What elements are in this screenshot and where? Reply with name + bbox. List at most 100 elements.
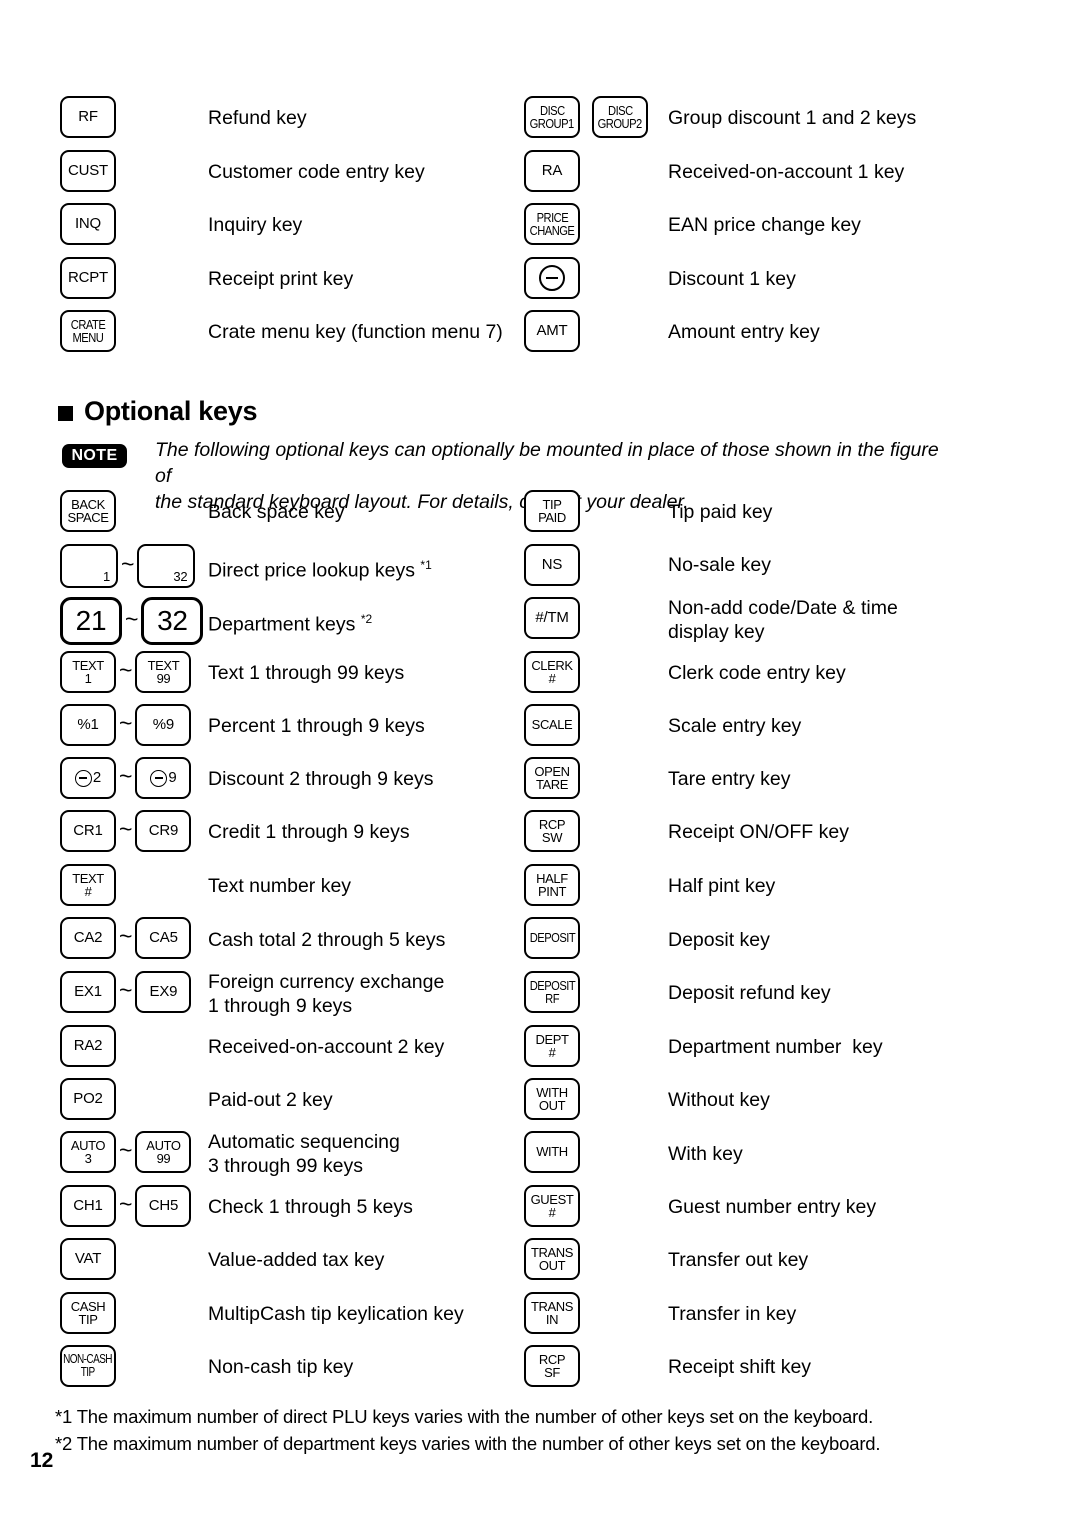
key-cap-line: 9: [168, 769, 177, 787]
key-description: Back space key: [208, 501, 345, 523]
key-cap: EX9: [135, 971, 192, 1013]
key-cap: [524, 257, 580, 299]
key-cap-line: RCP: [538, 816, 566, 832]
key-row: [524, 257, 580, 299]
key-cap: GUEST #: [524, 1185, 580, 1227]
key-cap: TIP PAID: [524, 490, 580, 532]
key-cap-line: IN: [545, 1312, 559, 1327]
key-cap-corner-number: 1: [102, 568, 110, 584]
key-cap-line: SF: [544, 1365, 560, 1380]
key-cap-line: HALF: [536, 870, 568, 886]
key-cap-line: CASH: [70, 1298, 106, 1314]
key-row: GUEST #: [524, 1185, 580, 1227]
key-cap-line: AMT: [536, 322, 568, 340]
key-description: Transfer out key: [668, 1249, 809, 1271]
key-cap-line: WITH: [536, 1144, 568, 1160]
discount-minus-icon: [150, 769, 168, 787]
key-cap: NON-CASH TIP: [60, 1345, 116, 1387]
key-description: Customer code entry key: [208, 161, 425, 183]
key-row: DISC GROUP1 DISC GROUP2: [524, 96, 648, 138]
key-description: Transfer in key: [668, 1303, 797, 1325]
key-description: Foreign currency exchange 1 through 9 ke…: [208, 971, 445, 1017]
key-cap: TEXT 99: [135, 651, 192, 693]
key-description: Received-on-account 2 key: [208, 1036, 445, 1058]
key-cap: CA5: [135, 917, 192, 959]
key-row: RCP SF: [524, 1345, 580, 1387]
key-row: SCALE: [524, 704, 580, 746]
key-cap: 1: [60, 544, 118, 588]
key-cap: CA2: [60, 917, 116, 959]
key-cap-line: %1: [77, 716, 99, 734]
key-row: VAT: [60, 1238, 116, 1280]
key-description: Receipt print key: [208, 268, 354, 290]
key-cap: DEPOSIT RF: [524, 971, 580, 1013]
key-row: AUTO 3 ~ AUTO 99: [60, 1131, 192, 1173]
key-cap-line: PAID: [538, 510, 566, 525]
key-cap-line: TRANS: [530, 1298, 574, 1314]
key-description: Department keys *2: [208, 612, 373, 636]
key-cap-line: 99: [156, 671, 171, 686]
key-cap-line: 99: [156, 1151, 171, 1166]
key-description: Cash total 2 through 5 keys: [208, 929, 446, 951]
key-cap-corner-number: 32: [173, 568, 188, 584]
key-cap-line: SCALE: [531, 717, 573, 733]
key-cap-line: RCP: [538, 1351, 566, 1367]
key-cap: AUTO 99: [135, 1131, 192, 1173]
key-cap: RCP SW: [524, 810, 580, 852]
key-cap-line: #: [548, 1045, 556, 1060]
key-cap: TEXT 1: [60, 651, 116, 693]
key-description: Refund key: [208, 107, 307, 129]
key-row: DEPOSIT RF: [524, 971, 580, 1013]
key-cap-line: CH5: [148, 1197, 179, 1215]
key-cap-line: CLERK: [531, 657, 573, 673]
key-cap: WITH: [524, 1131, 580, 1173]
key-row: RCPT: [60, 257, 116, 299]
key-description: Credit 1 through 9 keys: [208, 821, 410, 843]
key-cap: PRICE CHANGE: [524, 203, 580, 245]
key-row: 1 ~32: [60, 544, 196, 588]
key-cap: RCP SF: [524, 1345, 580, 1387]
key-row: CUST: [60, 150, 116, 192]
range-tilde-icon: ~: [119, 762, 133, 789]
key-cap: CASH TIP: [60, 1292, 116, 1334]
key-cap-line: 2: [92, 769, 102, 787]
key-row: CASH TIP: [60, 1292, 116, 1334]
key-row: PO2: [60, 1078, 116, 1120]
key-row: INQ: [60, 203, 116, 245]
key-cap-line: TIP: [81, 1365, 95, 1379]
key-description: Amount entry key: [668, 321, 820, 343]
range-tilde-icon: ~: [121, 550, 135, 577]
key-cap: AMT: [524, 310, 580, 352]
key-description: EAN price change key: [668, 214, 861, 236]
key-row: %1 ~ %9: [60, 704, 192, 746]
key-description: Percent 1 through 9 keys: [208, 715, 425, 737]
key-cap: %9: [135, 704, 192, 746]
key-cap-line: RA2: [73, 1037, 103, 1055]
key-cap: WITH OUT: [524, 1078, 580, 1120]
key-description: Crate menu key (function menu 7): [208, 321, 503, 343]
key-cap-line: CH1: [73, 1197, 103, 1215]
key-cap-line: CUST: [67, 162, 109, 180]
key-cap-line: GROUP1: [529, 116, 575, 131]
key-cap-line: AUTO: [70, 1137, 106, 1153]
key-row: TIP PAID: [524, 490, 580, 532]
key-row: HALF PINT: [524, 864, 580, 906]
key-cap-line: RCPT: [67, 269, 109, 287]
key-description: Discount 2 through 9 keys: [208, 768, 434, 790]
range-tilde-icon: ~: [119, 1136, 133, 1163]
key-cap-line: GROUP2: [597, 116, 643, 131]
key-cap: 32: [137, 544, 196, 588]
key-row: TEXT 1 ~ TEXT 99: [60, 651, 192, 693]
key-cap-line: RF: [545, 991, 559, 1006]
key-cap: CRATE MENU: [60, 310, 116, 352]
key-cap-line: CR1: [73, 822, 103, 840]
key-cap-line: PINT: [537, 884, 566, 899]
key-cap-line: #: [548, 1205, 556, 1220]
key-row: TRANS OUT: [524, 1238, 580, 1280]
key-description: Scale entry key: [668, 715, 802, 737]
key-description: MultipCash tip keylication key: [208, 1303, 464, 1325]
key-cap: EX1: [60, 971, 116, 1013]
range-tilde-icon: ~: [119, 976, 133, 1003]
key-cap-line: NS: [541, 556, 563, 574]
key-description: Tare entry key: [668, 768, 791, 790]
